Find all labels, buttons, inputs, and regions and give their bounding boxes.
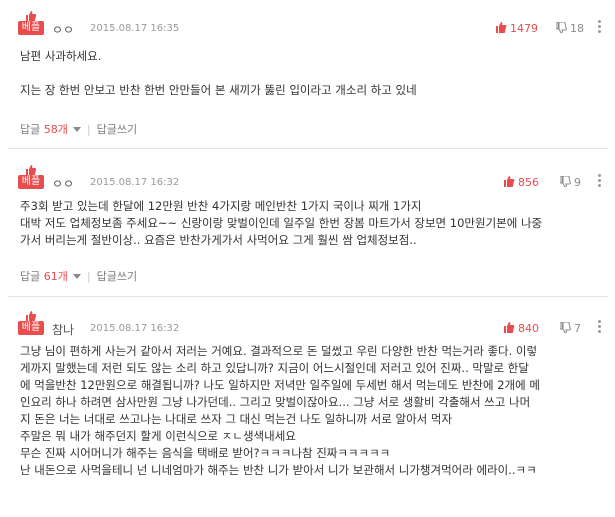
downvote-count: 18: [570, 22, 584, 35]
upvote-count: 840: [518, 322, 539, 335]
reply-label[interactable]: 답글: [20, 123, 40, 136]
best-badge: 베플: [18, 311, 44, 338]
best-label: 베플: [18, 321, 44, 335]
comment-date: 2015.08.17 16:32: [90, 177, 180, 188]
upvote-button[interactable]: 856: [504, 176, 539, 189]
reply-count[interactable]: 61개: [44, 270, 68, 283]
upvote-button[interactable]: 1479: [496, 22, 538, 35]
thumb-up-icon: [496, 22, 507, 33]
best-label: 베플: [18, 175, 44, 189]
divider: [8, 148, 608, 149]
downvote-button[interactable]: 18: [556, 22, 584, 35]
write-reply-button[interactable]: 답글쓰기: [97, 123, 137, 136]
comment-list: 베플 ㅇㅇ 2015.08.17 16:35 1479 18 남편 사과하세요.…: [0, 0, 615, 517]
comment-nickname[interactable]: ㅇㅇ: [52, 21, 74, 38]
upvote-count: 1479: [510, 22, 538, 35]
thumb-up-icon: [26, 311, 36, 321]
upvote-button[interactable]: 840: [504, 322, 539, 335]
comment-header: 베플 ㅇㅇ 2015.08.17 16:35 1479 18: [18, 11, 608, 40]
upvote-count: 856: [518, 176, 539, 189]
comment-text: 그냥 님이 편하게 사는거 같아서 저러는 거예요. 결과적으로 돈 덜썼고 우…: [20, 344, 540, 477]
best-badge: 베플: [18, 11, 44, 38]
comment-nickname[interactable]: ㅇㅇ: [52, 175, 74, 192]
thumb-up-icon: [504, 322, 515, 333]
comment-date: 2015.08.17 16:32: [90, 323, 180, 334]
reply-label[interactable]: 답글: [20, 270, 40, 283]
divider: [8, 296, 608, 297]
comment-header: 베플 참나 2015.08.17 16:32 840 7: [18, 311, 608, 340]
best-label: 베플: [18, 21, 44, 35]
comment-text: 남편 사과하세요. 지는 장 한번 안보고 반찬 한번 안만들어 본 새끼가 뚫…: [20, 49, 417, 97]
reply-count[interactable]: 58개: [44, 123, 68, 136]
comment-date: 2015.08.17 16:35: [90, 23, 180, 34]
downvote-button[interactable]: 9: [560, 176, 581, 189]
thumb-down-icon: [556, 22, 567, 33]
best-badge: 베플: [18, 165, 44, 192]
comment-footer: 답글 58개 | 답글쓰기: [20, 123, 138, 136]
downvote-count: 9: [574, 176, 581, 189]
more-icon[interactable]: [598, 318, 602, 333]
thumb-up-icon: [26, 11, 36, 21]
caret-down-icon[interactable]: [72, 274, 81, 279]
comment-header: 베플 ㅇㅇ 2015.08.17 16:32 856 9: [18, 165, 608, 194]
write-reply-button[interactable]: 답글쓰기: [97, 270, 137, 283]
caret-down-icon[interactable]: [72, 127, 81, 132]
comment-nickname[interactable]: 참나: [52, 321, 74, 338]
more-icon[interactable]: [598, 18, 602, 33]
comment-footer: 답글 61개 | 답글쓰기: [20, 270, 138, 283]
thumb-up-icon: [504, 176, 515, 187]
comment-text: 주3회 받고 있는데 한달에 12만원 반찬 4가지랑 메인반찬 1가지 국이나…: [20, 199, 543, 247]
downvote-button[interactable]: 7: [560, 322, 581, 335]
downvote-count: 7: [574, 322, 581, 335]
more-icon[interactable]: [598, 172, 602, 187]
thumb-up-icon: [26, 165, 36, 175]
thumb-down-icon: [560, 176, 571, 187]
thumb-down-icon: [560, 322, 571, 333]
